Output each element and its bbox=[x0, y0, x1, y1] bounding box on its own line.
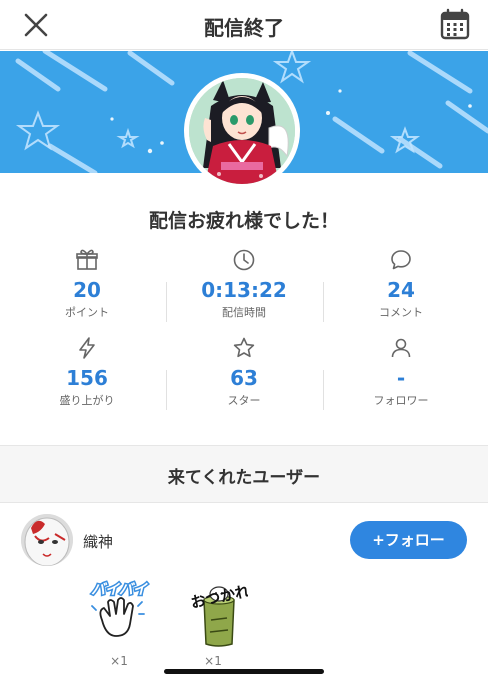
user-name[interactable]: 織神 bbox=[83, 531, 113, 552]
divider bbox=[166, 370, 167, 410]
otsukaresama-sticker-image: おつかれさま bbox=[189, 580, 248, 647]
streamer-avatar bbox=[184, 73, 300, 189]
stat-label: ポイント bbox=[65, 306, 109, 319]
stat-value: - bbox=[396, 366, 406, 390]
stat-value: 156 bbox=[66, 366, 108, 390]
stat-followers: - フォロワー bbox=[322, 336, 480, 408]
divider bbox=[323, 370, 324, 410]
page-title: 配信終了 bbox=[204, 16, 284, 40]
calendar-icon[interactable] bbox=[440, 8, 470, 40]
divider bbox=[323, 282, 324, 322]
stat-excitement: 156 盛り上がり bbox=[8, 336, 166, 408]
comment-icon bbox=[391, 250, 411, 270]
user-avatar[interactable] bbox=[21, 514, 73, 566]
stat-label: 配信時間 bbox=[222, 306, 266, 319]
stat-label: フォロワー bbox=[373, 394, 429, 407]
stat-label: コメント bbox=[379, 306, 423, 319]
home-indicator bbox=[164, 669, 324, 674]
visitors-section-header: 来てくれたユーザー bbox=[0, 445, 488, 503]
lightning-icon bbox=[79, 337, 95, 359]
stat-duration: 0:13:22 配信時間 bbox=[165, 248, 323, 320]
gift-count: ×1 bbox=[110, 654, 128, 668]
visitor-row: 織神 +フォロー バイバイ ×1 おつかれさま ×1 bbox=[0, 504, 488, 674]
divider bbox=[166, 282, 167, 322]
clock-icon bbox=[233, 249, 255, 271]
star-icon bbox=[233, 337, 255, 358]
header-bar: 配信終了 bbox=[0, 0, 488, 50]
streamer-character-illustration bbox=[189, 78, 295, 184]
fox-mask-avatar-image bbox=[21, 514, 73, 566]
gift-sticker-text: バイバイ bbox=[91, 582, 148, 598]
gift-item-byebye: バイバイ ×1 bbox=[84, 580, 154, 669]
stat-value: 20 bbox=[73, 278, 101, 302]
stat-stars: 63 スター bbox=[165, 336, 323, 408]
follow-button[interactable]: +フォロー bbox=[350, 521, 467, 559]
gift-icon bbox=[76, 249, 98, 270]
stat-value: 0:13:22 bbox=[201, 278, 287, 302]
stat-comments: 24 コメント bbox=[322, 248, 480, 320]
byebye-sticker-image: バイバイ bbox=[90, 581, 149, 637]
visitors-title: 来てくれたユーザー bbox=[167, 468, 321, 488]
person-icon bbox=[391, 338, 411, 358]
gift-item-otsukaresama: おつかれさま ×1 bbox=[178, 580, 248, 668]
stat-value: 63 bbox=[230, 366, 258, 390]
gift-count: ×1 bbox=[204, 654, 222, 668]
stat-points: 20 ポイント bbox=[8, 248, 166, 320]
stat-label: 盛り上がり bbox=[59, 394, 115, 407]
stream-finished-message: 配信お疲れ様でした！ bbox=[148, 210, 339, 232]
stat-label: スター bbox=[227, 394, 261, 407]
stat-value: 24 bbox=[387, 278, 415, 302]
